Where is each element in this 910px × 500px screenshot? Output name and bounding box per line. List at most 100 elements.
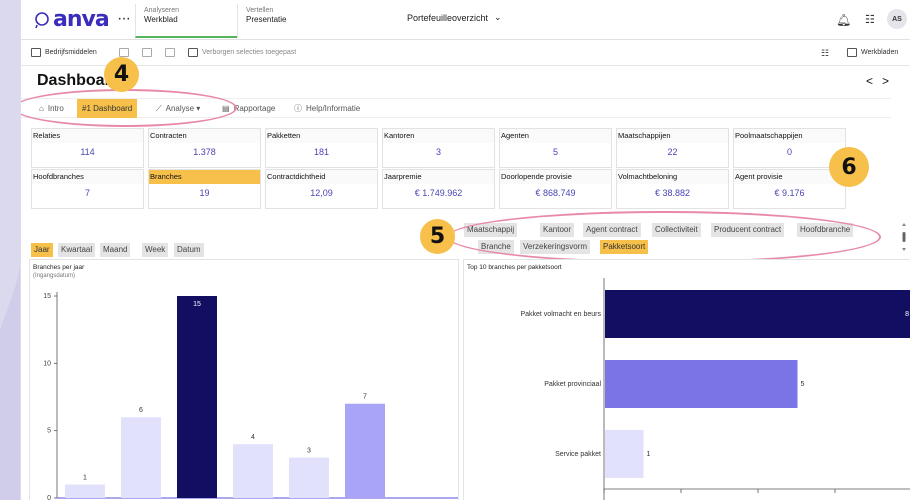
kpi-kantoren[interactable]: Kantoren 3 (382, 128, 495, 168)
step-back-icon[interactable] (142, 48, 152, 57)
previous-sheet-button[interactable]: < (866, 74, 882, 88)
kpi-label: Volmachtbeloning (617, 170, 728, 184)
kpi-label: Relaties (32, 129, 143, 143)
bar (177, 296, 217, 498)
kpi-contracten[interactable]: Contracten 1.378 (148, 128, 261, 168)
category-label: Pakket volmacht en beurs (520, 311, 601, 318)
kpi-value: € 9.176 (774, 188, 805, 198)
category-label: Pakket provinciaal (544, 381, 601, 388)
kpi-jaarpremie[interactable]: Jaarpremie € 1.749.962 (382, 169, 495, 209)
time-tab-maand[interactable]: Maand (100, 243, 131, 257)
tab-label: Rapportage (233, 104, 276, 113)
kpi-value: 3 (435, 147, 441, 157)
time-tab-week[interactable]: Week (142, 243, 169, 257)
panel-icon (31, 48, 41, 57)
selection-tools: Verborgen selecties toegepast (119, 48, 296, 57)
tab-help[interactable]: ⓘ Help/Informatie (289, 99, 365, 118)
app-window: anva ··· Analyseren Werkblad Vertellen P… (20, 0, 910, 500)
bar (605, 360, 798, 408)
sheet-title: Portefeuilleoverzicht (407, 12, 489, 23)
kpi-label: Contracten (149, 129, 260, 143)
bar (289, 457, 329, 498)
y-tick-label: 10 (43, 360, 51, 367)
nav-tab-analyseren[interactable]: Analyseren Werkblad (135, 4, 237, 38)
logo-text: anva (53, 7, 110, 32)
kpi-value: 19 (199, 188, 210, 198)
bar-value-label: 7 (363, 394, 367, 401)
kpi-pakketten[interactable]: Pakketten 181 (265, 128, 378, 168)
nav-tab-vertellen[interactable]: Vertellen Presentatie (237, 4, 339, 38)
kpi-label: Kantoren (383, 129, 494, 143)
kpi-value: 7 (84, 188, 90, 198)
highlight-ellipse-filters (447, 211, 881, 263)
kpi-label: Agenten (500, 129, 611, 143)
kpi-volmachtbeloning[interactable]: Volmachtbeloning € 38.882 (616, 169, 729, 209)
bar-value-label: 5 (801, 381, 805, 388)
nav-tab-small-label: Analyseren (144, 7, 180, 14)
bar-value-label: 3 (307, 448, 311, 455)
nav-tab-label: Presentatie (246, 15, 287, 24)
chevron-down-icon: ⌄ (494, 12, 502, 22)
category-label: Service pakket (555, 451, 601, 458)
kpi-value: 22 (667, 147, 678, 157)
werkbladen-button[interactable]: Werkbladen (847, 48, 898, 57)
kpi-relaties[interactable]: Relaties 114 (31, 128, 144, 168)
kpi-label: Doorlopende provisie (500, 170, 611, 184)
bar (605, 430, 644, 478)
callout-badge-4: 4 (104, 57, 139, 92)
bar (605, 290, 910, 338)
bar-value-label: 1 (647, 451, 651, 458)
grid-menu-icon[interactable]: ☷ (865, 13, 875, 26)
secondary-toolbar: Bedrijfsmiddelen Verborgen selecties toe… (21, 41, 910, 66)
time-tab-kwartaal[interactable]: Kwartaal (58, 243, 96, 257)
avatar[interactable]: AS (887, 9, 907, 29)
kpi-value: 5 (552, 147, 558, 157)
kpi-label: Pakketten (266, 129, 377, 143)
kpi-value: € 1.749.962 (414, 188, 463, 198)
kpi-contractdichtheid[interactable]: Contractdichtheid 12,09 (265, 169, 378, 209)
bedrijfsmiddelen-label: Bedrijfsmiddelen (45, 49, 97, 56)
bar-value-label: 8 (905, 311, 909, 318)
select-icon[interactable] (119, 48, 129, 57)
tab-label: Help/Informatie (306, 104, 361, 113)
highlight-ellipse-menu (21, 89, 237, 127)
bar (65, 484, 105, 498)
chart-panel-branches-per-jaar[interactable]: Branches per jaar (Ingangsdatum) 0 5 10 15 1… (29, 259, 459, 500)
kpi-hoofdbranches[interactable]: Hoofdbranches 7 (31, 169, 144, 209)
next-sheet-button[interactable]: > (882, 74, 898, 88)
filter-scrollbar[interactable] (901, 222, 907, 252)
hidden-selections-label: Verborgen selecties toegepast (202, 49, 297, 56)
kpi-value: 181 (313, 147, 330, 157)
bar-value-label: 4 (251, 434, 255, 441)
kpi-label: Jaarpremie (383, 170, 494, 184)
bookmark-button[interactable]: ☷ (821, 48, 829, 59)
more-menu-icon[interactable]: ··· (117, 10, 131, 28)
bedrijfsmiddelen-button[interactable]: Bedrijfsmiddelen (31, 48, 97, 57)
bar-value-label: 15 (193, 301, 201, 308)
callout-badge-5: 5 (420, 219, 455, 254)
time-tab-datum[interactable]: Datum (174, 243, 204, 257)
step-forward-icon[interactable] (165, 48, 175, 57)
time-tab-jaar[interactable]: Jaar (31, 243, 53, 257)
sheet-selector[interactable]: Portefeuilleoverzicht ⌄ (407, 12, 502, 23)
kpi-label: Maatschappijen (617, 129, 728, 143)
bar (233, 444, 273, 498)
kpi-label: Agent provisie (734, 170, 845, 184)
bar-value-label: 1 (83, 475, 87, 482)
kpi-label: Poolmaatschappijen (734, 129, 845, 143)
kpi-value: 12,09 (310, 188, 333, 198)
bar (121, 417, 161, 498)
bell-icon[interactable]: 🔔︎ (836, 13, 851, 27)
bar-chart-branches-per-jaar: 0 5 10 15 1 6 15 4 3 7 (43, 292, 458, 500)
kpi-agenten[interactable]: Agenten 5 (499, 128, 612, 168)
kpi-maatschappijen[interactable]: Maatschappijen 22 (616, 128, 729, 168)
kpi-value: € 868.749 (535, 188, 576, 198)
chart-panel-top10-pakketsoort[interactable]: Top 10 branches per pakketsoort Pakket v… (463, 259, 910, 500)
kpi-agent-provisie[interactable]: Agent provisie € 9.176 (733, 169, 846, 209)
hidden-selection-icon (188, 48, 198, 57)
kpi-value: 114 (80, 147, 95, 157)
anva-logo[interactable]: anva (33, 7, 110, 32)
sheet-navigation: <> (866, 74, 898, 88)
kpi-doorlopende-provisie[interactable]: Doorlopende provisie € 868.749 (499, 169, 612, 209)
kpi-branches[interactable]: Branches 19 (148, 169, 261, 209)
